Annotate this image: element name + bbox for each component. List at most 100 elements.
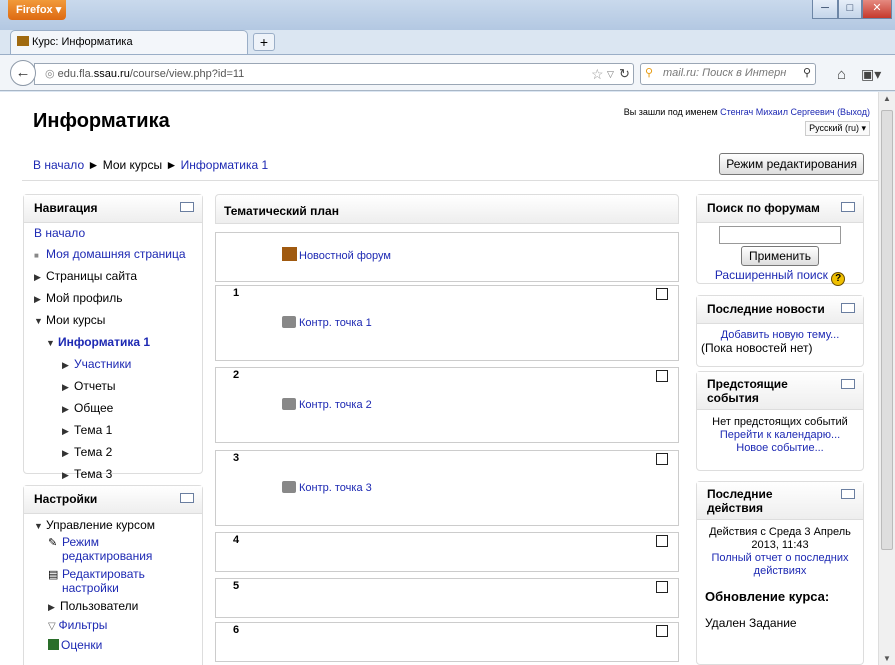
section-checkbox[interactable] <box>656 625 668 637</box>
settings-edit-settings[interactable]: ▤ Редактировать настройки <box>34 567 202 595</box>
history-dropdown-icon[interactable]: ▽ <box>607 69 614 80</box>
nav-my-home[interactable]: Моя домашняя страница <box>46 247 186 261</box>
scrollbar-thumb[interactable] <box>881 110 893 550</box>
section-checkbox[interactable] <box>656 535 668 547</box>
breadcrumb-course[interactable]: Информатика 1 <box>181 158 269 172</box>
vertical-scrollbar[interactable]: ▲ ▼ <box>878 92 895 665</box>
section-6: 6 <box>215 622 679 662</box>
scroll-up-icon[interactable]: ▲ <box>883 94 891 103</box>
bookmarks-menu-icon[interactable]: ▣▾ <box>861 66 881 83</box>
breadcrumb-home[interactable]: В начало <box>33 158 84 172</box>
section-checkbox[interactable] <box>656 581 668 593</box>
search-engine-icon[interactable]: ⚲ <box>645 66 653 79</box>
block-title-line-2: действия <box>707 501 763 515</box>
dock-icon[interactable] <box>841 303 855 313</box>
browser-tab[interactable]: Курс: Информатика <box>10 30 248 54</box>
pencil-icon: ✎ <box>48 537 58 549</box>
activity-link[interactable]: Контр. точка 2 <box>299 399 372 411</box>
document-icon: ▤ <box>48 569 59 581</box>
nav-item-topic-3[interactable]: ▶ Тема 3 <box>34 464 202 486</box>
collapse-icon: ▼ <box>34 521 43 531</box>
language-select[interactable]: Русский (ru) ▾ <box>805 121 870 136</box>
news-forum-link[interactable]: Новостной форум <box>299 250 391 262</box>
dock-icon[interactable] <box>841 202 855 212</box>
latest-news-block: Последние новости Добавить новую тему...… <box>696 295 864 367</box>
block-title: Последние новости <box>707 302 825 316</box>
tab-title: Курс: Информатика <box>32 36 133 48</box>
apply-button[interactable]: Применить <box>740 246 819 266</box>
section-checkbox[interactable] <box>656 288 668 300</box>
edit-mode-link[interactable]: Режим <box>62 535 99 549</box>
nav-my-courses-label: Мои курсы <box>46 313 106 327</box>
edit-mode-link-2[interactable]: редактирования <box>62 549 152 563</box>
edit-settings-link-2[interactable]: настройки <box>62 581 119 595</box>
edit-mode-button[interactable]: Режим редактирования <box>719 153 864 175</box>
nav-profile[interactable]: ▶ Мой профиль <box>34 288 202 310</box>
nav-item-reports[interactable]: ▶ Отчеты <box>34 376 202 398</box>
advanced-search-link[interactable]: Расширенный поиск <box>715 268 828 282</box>
calendar-link[interactable]: Перейти к календарю... <box>720 429 840 441</box>
url-prefix: edu.fla. <box>57 68 94 80</box>
dock-icon[interactable] <box>841 379 855 389</box>
section-checkbox[interactable] <box>656 370 668 382</box>
settings-grades[interactable]: Оценки <box>34 638 202 652</box>
nav-site-pages[interactable]: ▶ Страницы сайта <box>34 266 202 288</box>
nav-item-topic-2[interactable]: ▶ Тема 2 <box>34 442 202 464</box>
expand-icon: ▶ <box>34 294 41 304</box>
user-name-link[interactable]: Стенгач Михаил Сергеевич <box>720 107 834 117</box>
search-icon[interactable]: ⚲ <box>803 66 811 79</box>
filters-link[interactable]: Фильтры <box>58 618 107 632</box>
settings-filters[interactable]: ▽ Фильтры <box>34 618 202 634</box>
firefox-menu-button[interactable]: Firefox ▾ <box>8 0 66 20</box>
home-icon[interactable]: ⌂ <box>837 66 846 83</box>
help-icon[interactable]: ? <box>831 272 846 286</box>
close-window-icon[interactable]: ✕ <box>862 0 892 19</box>
activity-link[interactable]: Контр. точка 1 <box>299 317 372 329</box>
settings-users[interactable]: ▶ Пользователи <box>34 599 202 614</box>
section-general: Новостной форум <box>215 232 679 282</box>
new-tab-button[interactable]: + <box>253 33 275 51</box>
nav-home[interactable]: В начало <box>34 226 85 240</box>
nav-item-general[interactable]: ▶ Общее <box>34 398 202 420</box>
search-input[interactable]: mail.ru: Поиск в Интерн ⚲ ⚲ <box>640 63 816 85</box>
grades-link[interactable]: Оценки <box>61 638 102 652</box>
dock-icon[interactable] <box>180 493 194 503</box>
dock-icon[interactable] <box>841 489 855 499</box>
scroll-down-icon[interactable]: ▼ <box>883 654 891 663</box>
minimize-icon[interactable]: ─ <box>812 0 838 19</box>
bullet-icon: ■ <box>34 251 39 260</box>
address-bar[interactable]: ◎ edu.fla.ssau.ru/course/view.php?id=11 <box>34 63 634 85</box>
logout-link[interactable]: (Выход) <box>837 107 870 117</box>
new-event-link[interactable]: Новое событие... <box>736 442 824 454</box>
nav-item-topic-1[interactable]: ▶ Тема 1 <box>34 420 202 442</box>
back-button[interactable]: ← <box>10 60 36 86</box>
full-report-link[interactable]: Полный отчет о последних <box>711 552 848 564</box>
login-text: Вы зашли под именем <box>623 107 718 117</box>
activity-item[interactable]: Контр. точка 2 <box>282 398 372 411</box>
nav-item-participants[interactable]: ▶ Участники <box>34 354 202 376</box>
settings-edit-mode[interactable]: ✎ Режим редактирования <box>34 535 202 563</box>
edit-settings-link[interactable]: Редактировать <box>62 567 145 581</box>
add-topic-link[interactable]: Добавить новую тему... <box>721 329 840 341</box>
nav-item-label[interactable]: Участники <box>74 357 131 371</box>
forum-search-input[interactable] <box>719 226 841 244</box>
dock-icon[interactable] <box>180 202 194 212</box>
nav-my-courses[interactable]: ▼ Мои курсы <box>34 310 202 332</box>
collapse-icon: ▼ <box>34 316 43 326</box>
course-updates-heading: Обновление курса: <box>705 589 830 604</box>
section-number: 1 <box>233 287 240 299</box>
news-forum-activity[interactable]: Новостной форум <box>282 247 391 262</box>
section-checkbox[interactable] <box>656 453 668 465</box>
nav-course[interactable]: ▼ Информатика 1 <box>34 332 202 354</box>
activity-item[interactable]: Контр. точка 1 <box>282 316 372 329</box>
breadcrumb-separator: ► <box>165 158 178 172</box>
maximize-icon[interactable]: □ <box>838 0 862 19</box>
activity-item[interactable]: Контр. точка 3 <box>282 481 372 494</box>
activity-link[interactable]: Контр. точка 3 <box>299 482 372 494</box>
course-admin-node[interactable]: ▼ Управление курсом <box>34 518 202 533</box>
bookmark-star-icon[interactable]: ☆ <box>591 66 604 83</box>
section-4: 4 <box>215 532 679 572</box>
nav-course-link[interactable]: Информатика 1 <box>58 335 150 349</box>
full-report-link-2[interactable]: действиях <box>754 565 807 577</box>
reload-icon[interactable]: ↻ <box>619 66 630 82</box>
